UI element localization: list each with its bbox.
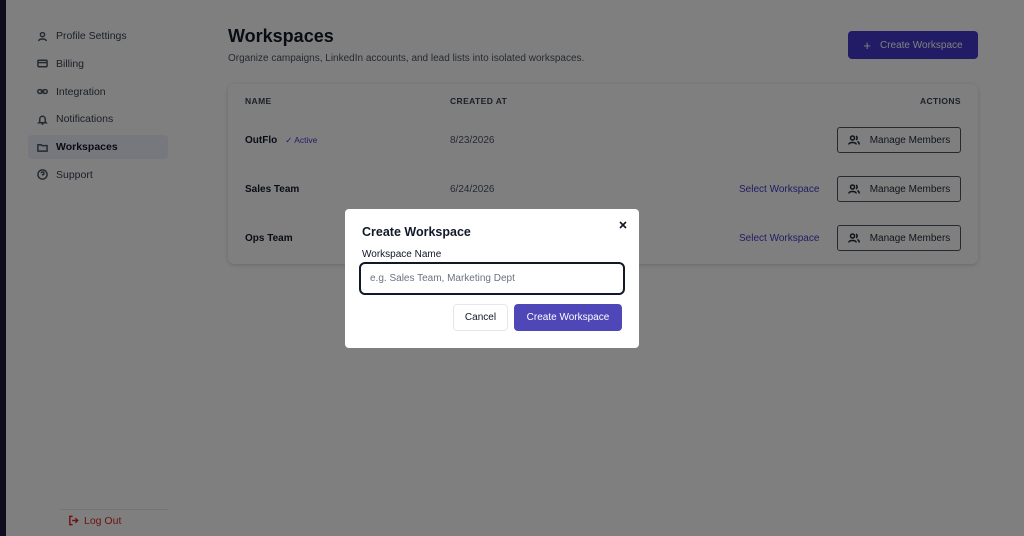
close-icon[interactable]: [617, 219, 629, 231]
create-workspace-dialog: Create Workspace Workspace Name Cancel C…: [345, 209, 639, 348]
cancel-button[interactable]: Cancel: [453, 304, 508, 331]
workspace-name-input[interactable]: [359, 262, 625, 295]
dialog-title: Create Workspace: [362, 225, 471, 239]
submit-create-workspace-button[interactable]: Create Workspace: [514, 304, 622, 331]
workspace-name-label: Workspace Name: [362, 249, 442, 260]
